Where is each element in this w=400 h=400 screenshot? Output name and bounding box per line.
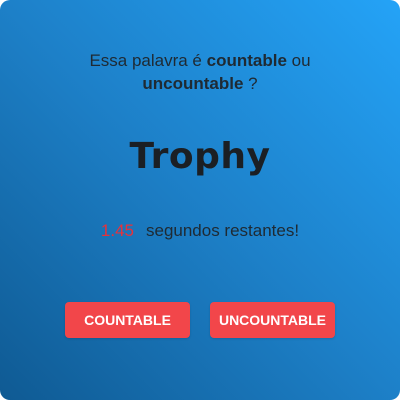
quiz-word: Trophy <box>129 136 271 177</box>
timer-label: segundos restantes! <box>145 221 300 240</box>
question-option-uncountable: uncountable <box>142 74 244 93</box>
uncountable-button[interactable]: UNCOUNTABLE <box>210 302 335 338</box>
countable-button[interactable]: COUNTABLE <box>65 302 190 338</box>
question-middle: ou <box>286 51 311 70</box>
question-text: Essa palavra é countable ou uncountable … <box>0 49 400 95</box>
question-option-countable: countable <box>206 51 287 70</box>
quiz-card: Essa palavra é countable ou uncountable … <box>0 0 400 400</box>
countdown-timer: 1.45 segundos restantes! <box>0 219 400 243</box>
timer-seconds: 1.45 <box>100 221 134 240</box>
question-prefix: Essa palavra é <box>89 51 207 70</box>
question-suffix: ? <box>243 74 258 93</box>
